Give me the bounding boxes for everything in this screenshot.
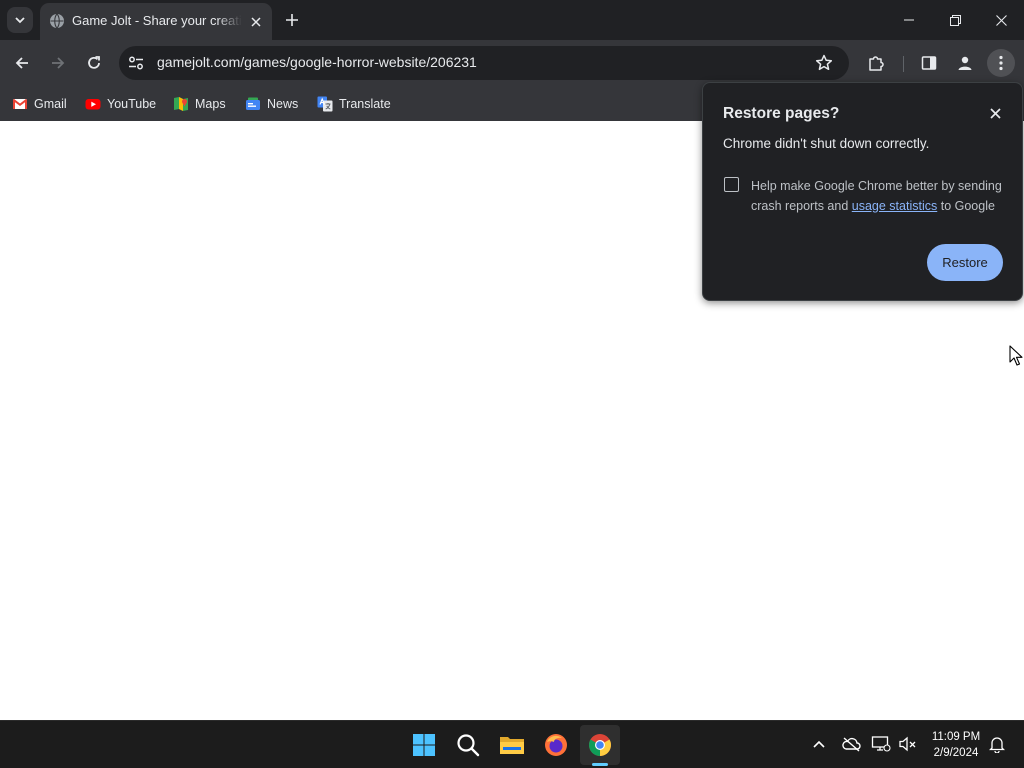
toolbar: gamejolt.com/games/google-horror-website… [0,40,1024,86]
show-hidden-icons-button[interactable] [808,733,830,755]
chevron-down-icon [14,14,26,26]
volume-muted-icon [898,735,918,753]
bookmark-star-icon[interactable] [814,53,834,73]
address-bar[interactable]: gamejolt.com/games/google-horror-website… [119,46,849,80]
notifications-button[interactable] [986,733,1008,755]
onedrive-tray[interactable] [840,733,862,755]
network-icon [871,735,891,753]
bookmark-youtube[interactable]: YouTube [85,92,156,116]
clock-time: 11:09 PM [931,731,981,743]
taskbar: 11:09 PM 2/9/2024 [0,720,1024,768]
windows-start-icon [412,733,436,757]
bookmark-label: Translate [339,97,391,111]
gmail-icon [12,96,28,112]
volume-tray[interactable] [897,733,919,755]
kebab-menu-icon [999,55,1003,71]
forward-arrow-icon [50,55,66,71]
bookmark-news[interactable]: News [245,92,298,116]
profile-icon [956,54,974,72]
clock-date: 2/9/2024 [933,747,979,759]
taskbar-chrome[interactable] [580,725,620,765]
reload-button[interactable] [80,49,108,77]
checkbox-text-end: to Google [940,199,995,213]
restore-pages-dialog: Restore pages? Chrome didn't shut down c… [702,82,1023,301]
checkbox-label: Help make Google Chrome better by sendin… [751,176,1011,216]
mouse-cursor-icon [1009,345,1023,366]
restore-button[interactable] [932,0,978,40]
taskbar-start[interactable] [404,725,444,765]
usage-stats-checkbox[interactable] [724,177,739,192]
chrome-menu-button[interactable] [987,49,1015,77]
translate-icon [317,96,333,112]
maps-icon [173,96,189,112]
tab-strip: Game Jolt - Share your creations [0,0,1024,40]
bookmark-label: Maps [195,97,226,111]
taskbar-search[interactable] [448,725,488,765]
taskbar-clock[interactable]: 11:09 PM 2/9/2024 [924,729,988,761]
side-panel-button[interactable] [915,49,943,77]
back-arrow-icon [14,55,30,71]
taskbar-firefox[interactable] [536,725,576,765]
profile-button[interactable] [951,49,979,77]
extensions-puzzle-icon [867,54,885,72]
tab-active[interactable]: Game Jolt - Share your creations [40,3,272,40]
bookmark-label: Gmail [34,97,67,111]
taskbar-file-explorer[interactable] [492,725,532,765]
news-icon [245,96,261,112]
site-info-icon[interactable] [127,54,145,72]
toolbar-separator [903,56,904,72]
minimize-icon [904,15,914,25]
plus-icon [285,13,299,27]
bell-icon [989,735,1005,753]
search-icon [456,733,480,757]
bookmark-gmail[interactable]: Gmail [12,92,67,116]
restore-icon [949,14,961,26]
dialog-close-button[interactable] [985,103,1005,123]
dialog-title: Restore pages? [723,105,840,122]
new-tab-button[interactable] [280,8,304,32]
minimize-button[interactable] [886,0,932,40]
close-icon [995,14,1007,26]
tab-search-button[interactable] [7,7,33,33]
back-button[interactable] [8,49,36,77]
close-window-button[interactable] [978,0,1024,40]
bookmark-label: News [267,97,299,111]
side-panel-icon [921,55,937,71]
bookmark-maps[interactable]: Maps [173,92,226,116]
file-explorer-icon [499,734,525,756]
usage-statistics-link[interactable]: usage statistics [852,199,937,213]
tab-title: Game Jolt - Share your creations [72,13,242,28]
firefox-icon [544,733,568,757]
extensions-button[interactable] [862,49,890,77]
network-tray[interactable] [870,733,892,755]
youtube-icon [85,96,101,112]
url-text[interactable]: gamejolt.com/games/google-horror-website… [157,54,477,70]
cloud-off-icon [841,736,861,752]
forward-button[interactable] [44,49,72,77]
globe-icon [49,13,65,29]
active-app-indicator [592,763,608,766]
chrome-icon [588,733,612,757]
close-icon [989,107,1001,119]
bookmark-label: YouTube [107,97,157,111]
dialog-message: Chrome didn't shut down correctly. [723,136,930,151]
bookmark-translate[interactable]: Translate [317,92,391,116]
chevron-up-icon [812,739,826,749]
tab-close-icon[interactable] [246,12,266,32]
reload-icon [86,55,102,71]
restore-button[interactable]: Restore [927,244,1003,281]
